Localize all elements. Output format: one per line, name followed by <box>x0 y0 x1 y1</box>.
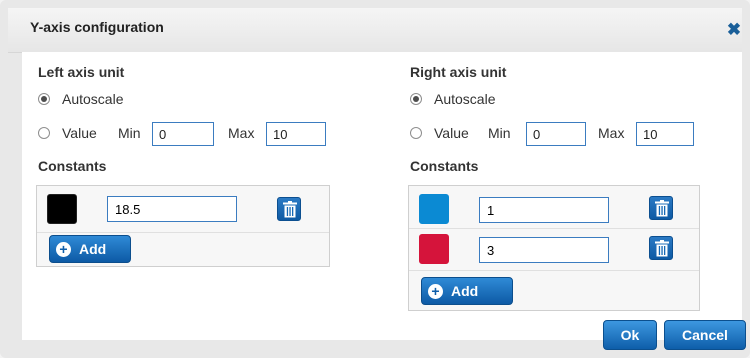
left-add-constant-button[interactable]: + Add <box>49 235 131 263</box>
dialog-titlebar: Y-axis configuration ✖ <box>8 8 742 53</box>
dialog-content: Left axis unit Autoscale Value Min Max C… <box>22 52 742 340</box>
constant-row <box>409 186 699 229</box>
right-constants-heading: Constants <box>410 158 479 174</box>
trash-icon <box>283 201 297 218</box>
right-autoscale-radio[interactable] <box>410 93 422 105</box>
right-add-constant-button[interactable]: + Add <box>421 277 513 305</box>
ok-button[interactable]: Ok <box>603 320 657 350</box>
right-min-label: Min <box>488 125 511 141</box>
left-autoscale-option[interactable]: Autoscale <box>38 89 123 109</box>
right-max-input[interactable] <box>636 122 694 146</box>
constant-color-swatch[interactable] <box>419 234 449 264</box>
left-value-radio[interactable] <box>38 127 50 139</box>
dialog-title: Y-axis configuration <box>30 19 164 35</box>
plus-icon: + <box>56 241 71 257</box>
delete-constant-button[interactable] <box>649 196 673 220</box>
add-label: Add <box>79 241 107 257</box>
left-autoscale-radio[interactable] <box>38 93 50 105</box>
right-axis-heading: Right axis unit <box>410 64 507 80</box>
left-value-option[interactable]: Value <box>38 123 97 143</box>
constant-color-swatch[interactable] <box>47 194 77 224</box>
right-autoscale-label: Autoscale <box>434 91 496 107</box>
right-min-input[interactable] <box>526 122 586 146</box>
delete-constant-button[interactable] <box>277 197 301 221</box>
left-max-input[interactable] <box>266 122 326 146</box>
right-constants-list: + Add <box>408 185 700 311</box>
plus-icon: + <box>428 283 443 299</box>
right-value-option[interactable]: Value <box>410 123 469 143</box>
trash-icon <box>655 200 669 217</box>
cancel-button[interactable]: Cancel <box>664 320 746 350</box>
left-min-label: Min <box>118 125 141 141</box>
left-autoscale-label: Autoscale <box>62 91 124 107</box>
constant-value-input[interactable] <box>107 196 237 222</box>
right-value-radio[interactable] <box>410 127 422 139</box>
yaxis-config-dialog: Y-axis configuration ✖ Left axis unit Au… <box>0 0 750 358</box>
constant-row <box>37 186 329 233</box>
left-max-label: Max <box>228 125 255 141</box>
constant-value-input[interactable] <box>479 237 609 263</box>
delete-constant-button[interactable] <box>649 236 673 260</box>
left-constants-heading: Constants <box>38 158 107 174</box>
right-value-label: Value <box>434 125 469 141</box>
constant-value-input[interactable] <box>479 197 609 223</box>
close-icon[interactable]: ✖ <box>726 21 742 38</box>
constant-row <box>409 228 699 271</box>
left-constants-list: + Add <box>36 185 330 267</box>
left-value-label: Value <box>62 125 97 141</box>
trash-icon <box>655 240 669 257</box>
right-max-label: Max <box>598 125 625 141</box>
left-axis-heading: Left axis unit <box>38 64 125 80</box>
constant-color-swatch[interactable] <box>419 194 449 224</box>
left-min-input[interactable] <box>152 122 214 146</box>
add-label: Add <box>451 283 479 299</box>
right-autoscale-option[interactable]: Autoscale <box>410 89 495 109</box>
